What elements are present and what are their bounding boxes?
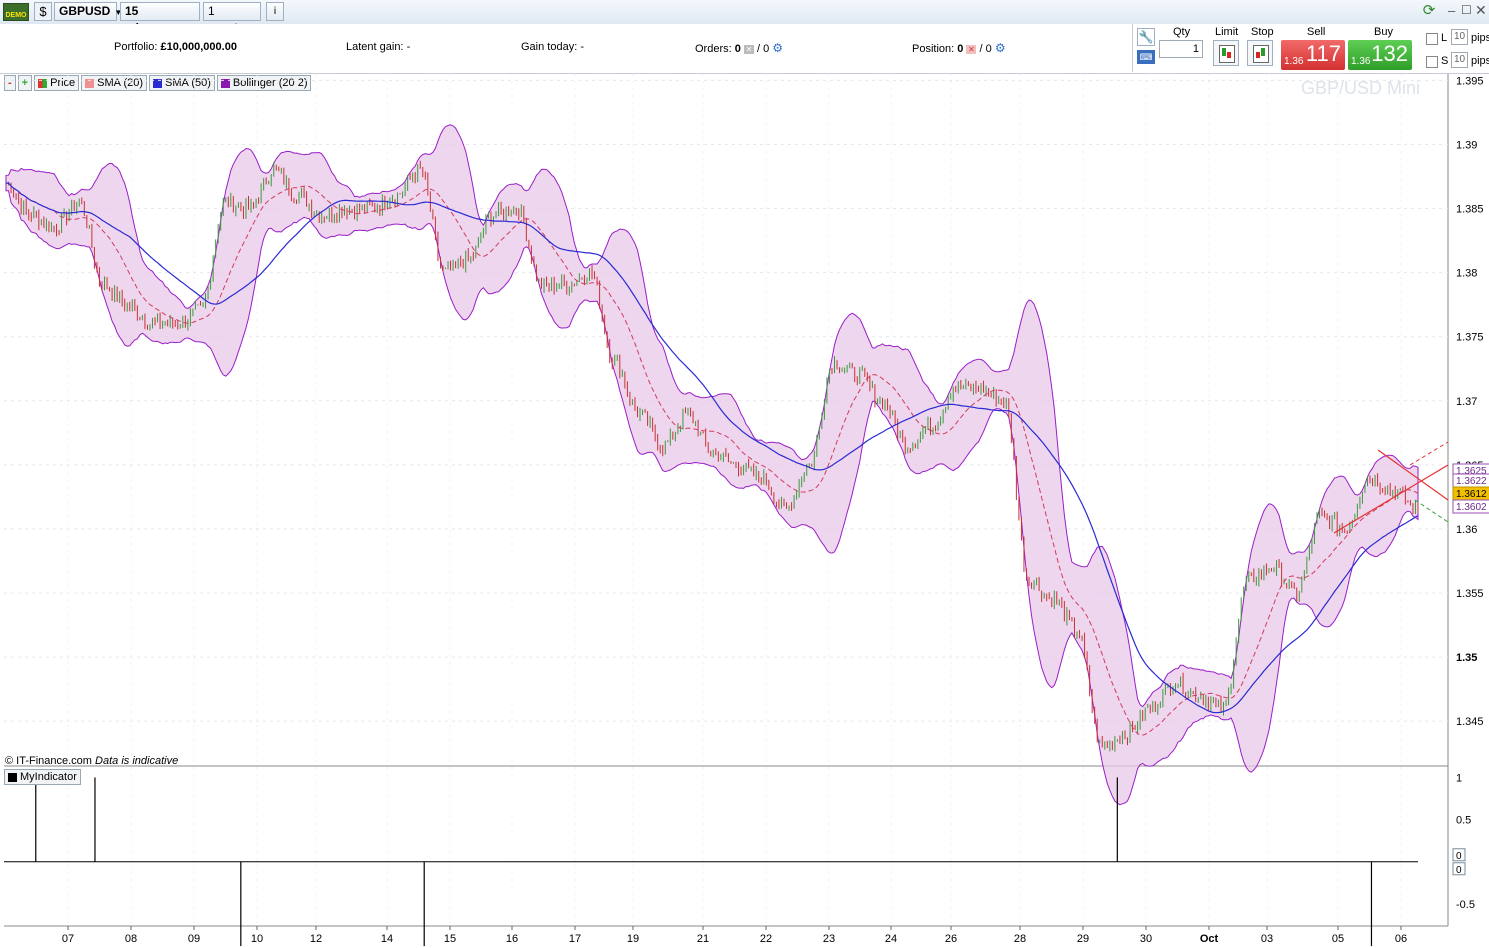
y-tick-label: 1.37: [1456, 396, 1477, 408]
x-tick-label: 22: [760, 933, 772, 945]
indicator-tick-label: -0.5: [1456, 899, 1475, 911]
y-tick-label: 1.385: [1456, 204, 1484, 216]
y-tick-label: 1.375: [1456, 332, 1484, 344]
trendline-extension: [1414, 499, 1449, 523]
y-tick-label: 1.355: [1456, 588, 1484, 600]
x-tick-label: 29: [1077, 933, 1089, 945]
price-label-text: 1.3622: [1456, 476, 1487, 487]
y-tick-label: 1.35: [1456, 652, 1477, 664]
indicator-tick-label: 0.5: [1456, 815, 1471, 827]
price-label: 1.3612: [1452, 486, 1489, 501]
x-tick-label: 17: [569, 933, 581, 945]
x-tick-label: 30: [1140, 933, 1152, 945]
y-tick-label: 1.345: [1456, 716, 1484, 728]
x-tick-label: 26: [945, 933, 957, 945]
x-tick-label: 14: [381, 933, 393, 945]
x-tick-label: 12: [310, 933, 322, 945]
x-tick-label: 08: [125, 933, 137, 945]
x-tick-label: 23: [823, 933, 835, 945]
x-tick-label: 06: [1395, 933, 1407, 945]
copyright-text: © IT-Finance.com Data is indicative: [5, 755, 179, 767]
x-tick-label: 24: [885, 933, 897, 945]
indicator-value-text: 0: [1456, 865, 1462, 876]
indicator-tick-label: 1: [1456, 772, 1462, 784]
x-tick-label: 15: [444, 933, 456, 945]
y-tick-label: 1.38: [1456, 268, 1477, 280]
x-tick-label: 19: [627, 933, 639, 945]
price-chart[interactable]: 1.3951.391.3851.381.3751.371.3651.361.35…: [0, 0, 1489, 948]
indicator-value-text: 0: [1456, 851, 1462, 862]
price-label: 1.3602: [1452, 499, 1489, 514]
indicator-label[interactable]: MyIndicator: [4, 769, 81, 785]
x-tick-label: 10: [251, 933, 263, 945]
x-tick-label: 03: [1261, 933, 1273, 945]
x-tick-label: 21: [697, 933, 709, 945]
trendline-extension: [1409, 441, 1449, 466]
price-label: 1.3622: [1452, 473, 1489, 488]
price-label-text: 1.3612: [1456, 489, 1487, 500]
x-tick-label: Oct: [1200, 933, 1219, 945]
x-tick-label: 07: [62, 933, 74, 945]
y-tick-label: 1.39: [1456, 139, 1477, 151]
x-tick-label: 09: [188, 933, 200, 945]
x-tick-label: 05: [1332, 933, 1344, 945]
x-tick-label: 16: [506, 933, 518, 945]
y-tick-label: 1.36: [1456, 524, 1477, 536]
price-label-text: 1.3602: [1456, 502, 1487, 513]
x-tick-label: 28: [1014, 933, 1026, 945]
y-tick-label: 1.395: [1456, 75, 1484, 87]
